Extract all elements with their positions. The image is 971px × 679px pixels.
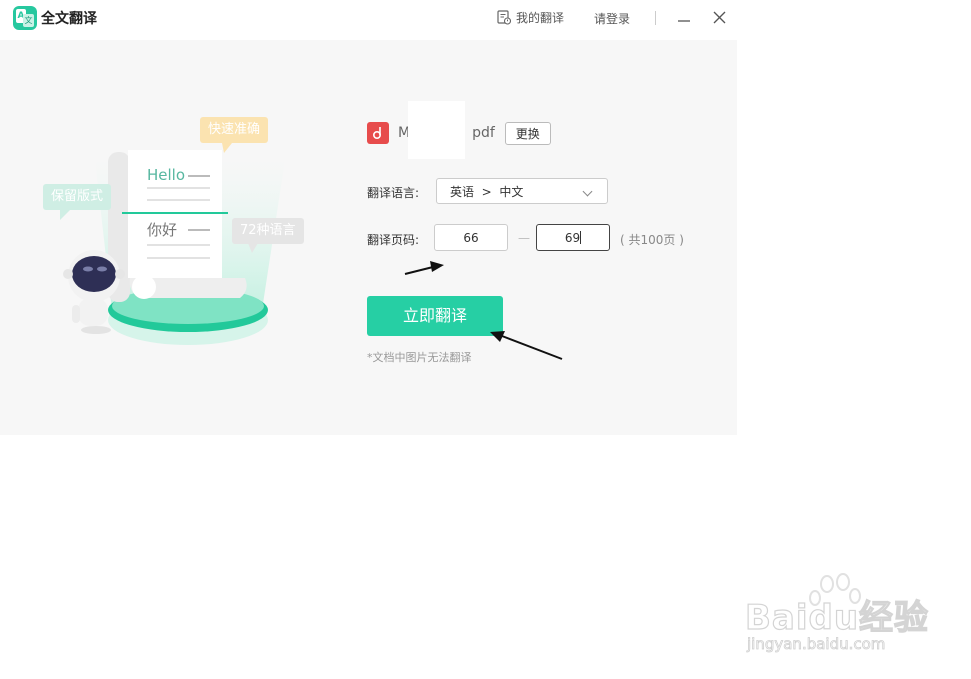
doc-nihao-text: 你好	[147, 221, 178, 239]
file-row: Mpdf 更换	[367, 101, 551, 159]
title-bar: A文 全文翻译 我的翻译 请登录	[0, 0, 737, 40]
bubble-fast-accurate: 快速准确	[200, 117, 269, 143]
app-title: 全文翻译	[41, 11, 97, 27]
image-note: *文档中图片无法翻译	[367, 351, 472, 364]
history-icon	[497, 10, 511, 25]
bubble-72-languages: 72种语言	[232, 218, 304, 244]
my-translations-label: 我的翻译	[516, 11, 565, 25]
watermark-brand: Baidu经验	[744, 597, 930, 638]
close-icon[interactable]	[711, 9, 727, 25]
language-label: 翻译语言:	[367, 186, 420, 200]
page-to-input[interactable]: 69	[536, 224, 610, 251]
language-select-value: 英语 > 中文	[450, 185, 524, 199]
replace-file-button[interactable]: 更换	[504, 121, 551, 145]
pdf-icon	[367, 122, 389, 144]
watermark-url: jingyan.baidu.com	[747, 635, 886, 654]
language-select[interactable]: 英语 > 中文	[436, 178, 608, 204]
app-logo-icon: A文	[13, 6, 37, 30]
pages-label: 翻译页码:	[367, 233, 420, 247]
watermark: Baidu经验 jingyan.baidu.com	[744, 572, 929, 662]
page-range-dash: —	[518, 231, 530, 245]
minimize-icon[interactable]	[676, 9, 692, 25]
redaction-box	[408, 101, 465, 159]
file-name: Mpdf	[398, 101, 495, 159]
doc-hello-text: Hello	[147, 166, 186, 184]
page-to-value: 69	[564, 231, 581, 245]
main-panel: 快速准确 保留版式 72种语言 Hello 你好 Mpdf 更换 翻译语言: 英…	[0, 40, 737, 435]
total-pages: ( 共100页 )	[620, 233, 684, 247]
titlebar-divider	[655, 11, 656, 25]
my-translations-button[interactable]: 我的翻译	[497, 9, 564, 26]
login-link[interactable]: 请登录	[594, 10, 630, 27]
translate-now-button[interactable]: 立即翻译	[367, 296, 503, 336]
illustration: 快速准确 保留版式 72种语言 Hello 你好	[0, 40, 330, 435]
chevron-down-icon	[582, 186, 593, 197]
bubble-keep-layout: 保留版式	[43, 184, 112, 210]
file-name-suffix: pdf	[472, 125, 495, 141]
page-from-input[interactable]: 66	[434, 224, 508, 251]
